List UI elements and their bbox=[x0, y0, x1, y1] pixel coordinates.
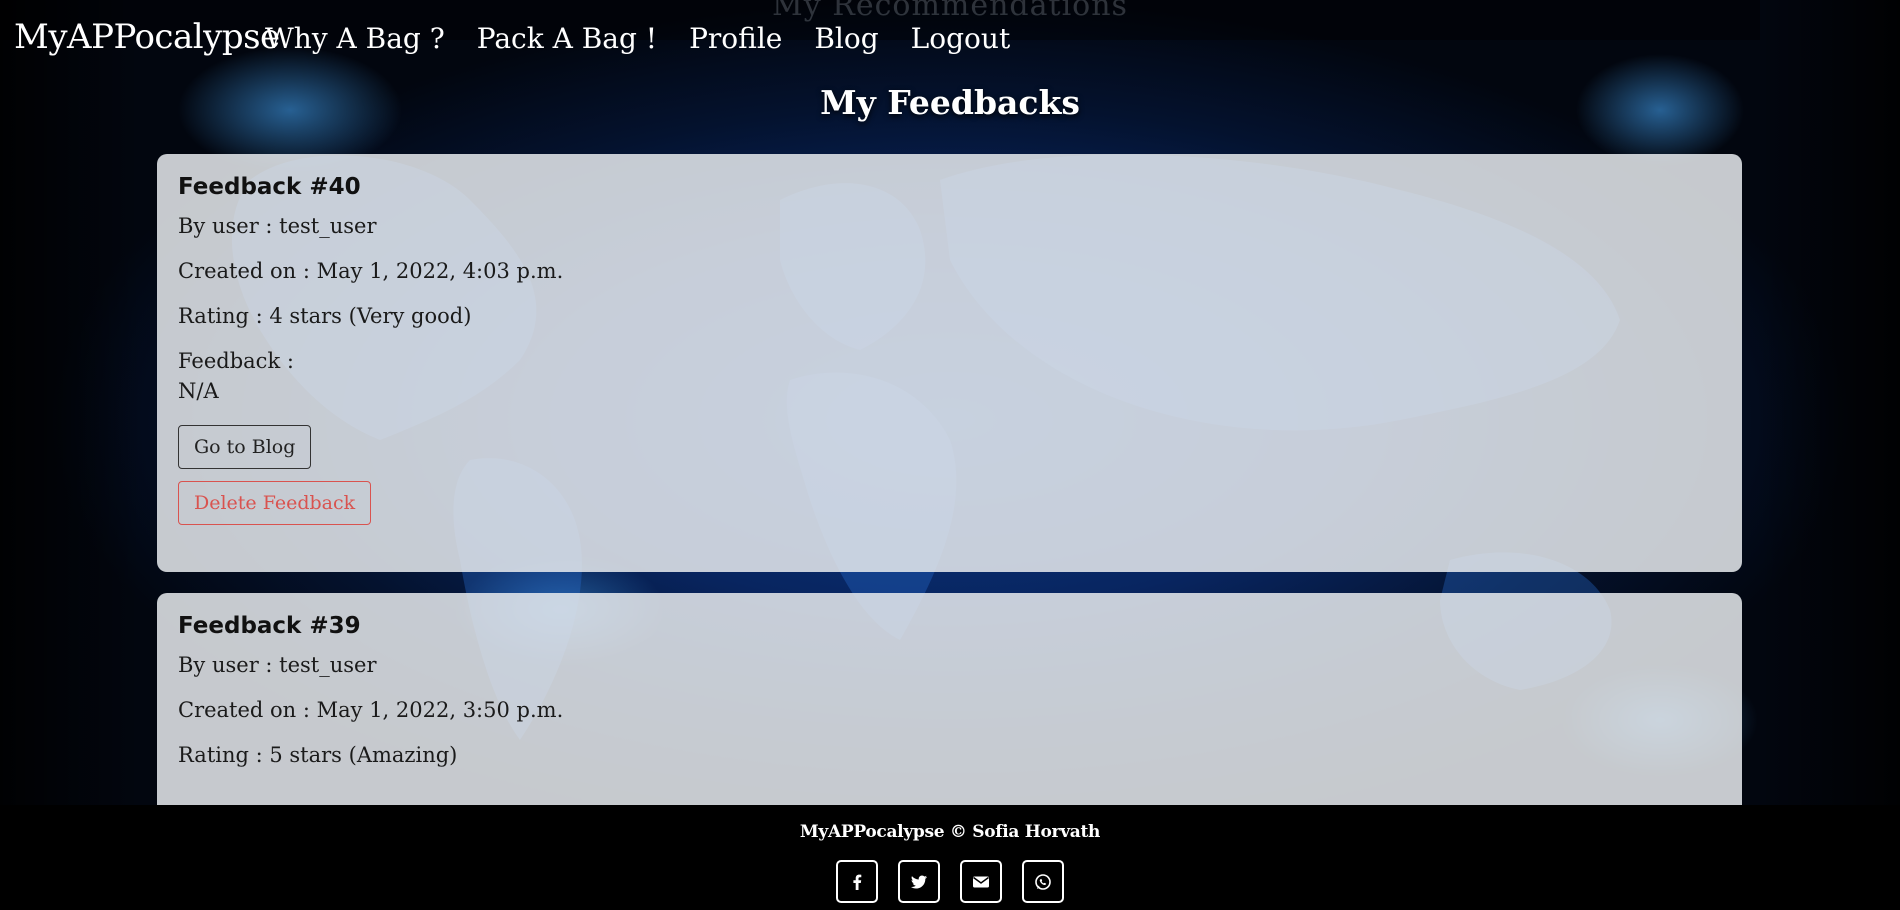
delete-feedback-button[interactable]: Delete Feedback bbox=[178, 481, 372, 525]
feedback-card: Feedback #40 By user : test_user Created… bbox=[157, 154, 1742, 572]
nav-link-profile[interactable]: Profile bbox=[689, 22, 782, 55]
feedback-rating: Rating : 5 stars (Amazing) bbox=[178, 743, 458, 767]
nav-links: Why A Bag ? Pack A Bag ! Profile Blog Lo… bbox=[265, 22, 1042, 55]
footer-copyright: MyAPPocalypse © Sofia Horvath bbox=[799, 822, 1101, 842]
feedback-title: Feedback #40 bbox=[178, 174, 361, 200]
feedback-created-date: Created on : May 1, 2022, 4:03 p.m. bbox=[178, 259, 564, 283]
nav-link-logout[interactable]: Logout bbox=[911, 22, 1011, 55]
go-to-blog-button[interactable]: Go to Blog bbox=[178, 425, 312, 469]
brand-logo-link[interactable]: MyAPPocalypse bbox=[14, 17, 280, 57]
email-icon[interactable] bbox=[960, 860, 1002, 903]
page-title: My Feedbacks bbox=[820, 83, 1080, 122]
twitter-icon[interactable] bbox=[898, 860, 940, 903]
feedback-title: Feedback #39 bbox=[178, 613, 361, 639]
top-navigation: My Recommendations MyAPPocalypse Why A B… bbox=[0, 0, 1900, 80]
feedback-user: By user : test_user bbox=[178, 214, 377, 238]
feedback-user: By user : test_user bbox=[178, 653, 377, 677]
facebook-icon[interactable] bbox=[836, 860, 878, 903]
nav-link-blog[interactable]: Blog bbox=[814, 22, 878, 55]
feedback-label: Feedback : bbox=[178, 349, 294, 373]
feedback-created-date: Created on : May 1, 2022, 3:50 p.m. bbox=[178, 698, 564, 722]
whatsapp-icon[interactable] bbox=[1022, 860, 1064, 903]
nav-link-pack-a-bag[interactable]: Pack A Bag ! bbox=[477, 22, 657, 55]
feedback-text: N/A bbox=[178, 379, 219, 403]
feedback-rating: Rating : 4 stars (Very good) bbox=[178, 304, 472, 328]
nav-link-why-a-bag[interactable]: Why A Bag ? bbox=[265, 22, 445, 55]
footer: MyAPPocalypse © Sofia Horvath bbox=[0, 805, 1900, 910]
social-links bbox=[0, 860, 1900, 903]
